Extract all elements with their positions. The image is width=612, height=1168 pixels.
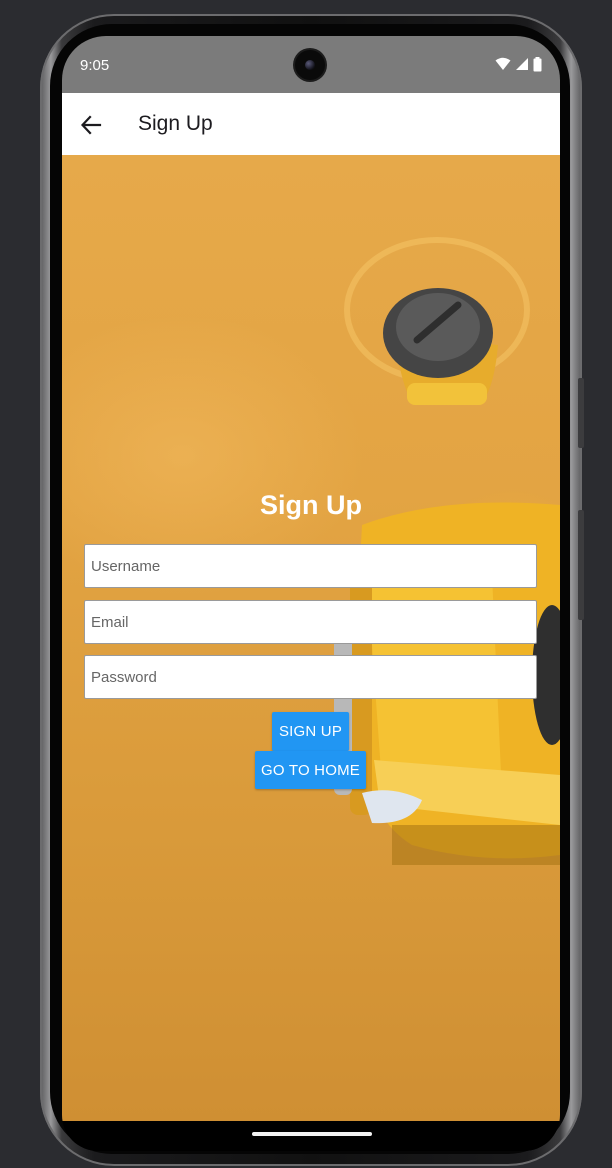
camera-lens	[305, 60, 315, 70]
arrow-left-icon	[80, 115, 102, 135]
volume-button	[578, 378, 584, 448]
username-input[interactable]: Username	[84, 544, 537, 588]
battery-icon	[533, 56, 542, 71]
go-to-home-button[interactable]: GO TO HOME	[255, 751, 366, 789]
signal-icon	[516, 58, 528, 70]
username-placeholder: Username	[91, 557, 161, 575]
wifi-icon	[495, 57, 511, 70]
app-bar-title: Sign Up	[138, 112, 213, 135]
password-input[interactable]: Password	[84, 655, 537, 699]
email-placeholder: Email	[91, 613, 129, 631]
password-placeholder: Password	[91, 668, 157, 686]
email-input[interactable]: Email	[84, 600, 537, 644]
front-camera	[295, 50, 325, 80]
app-bar: Sign Up	[62, 93, 560, 155]
navigation-bar	[62, 1121, 560, 1151]
home-indicator[interactable]	[252, 1132, 372, 1136]
power-button	[578, 510, 584, 620]
form-heading: Sign Up	[260, 490, 362, 520]
status-icons	[495, 56, 542, 72]
status-time: 9:05	[80, 57, 110, 74]
content-area: Sign Up Username Email Password SIGN UP …	[62, 155, 560, 1121]
device-screen: 9:05 Sign Up Sign Up Username Email Pass…	[62, 36, 560, 1151]
back-button[interactable]	[76, 110, 106, 140]
sign-up-button[interactable]: SIGN UP	[272, 712, 349, 751]
status-bar: 9:05	[62, 36, 560, 93]
